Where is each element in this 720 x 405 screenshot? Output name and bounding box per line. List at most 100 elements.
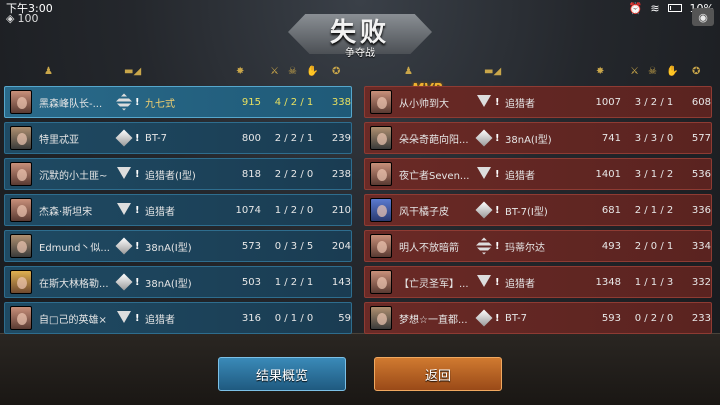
player-avatar (10, 234, 32, 258)
score-value: 334 (691, 240, 711, 252)
player-row[interactable]: 从小帅到大! 追猎者 1007 3 / 2 / 1 608 (364, 86, 712, 118)
exclamation-icon: ! (495, 204, 500, 216)
player-row[interactable]: 朵朵奇葩向阳...! 38nA(I型) 741 3 / 3 / 0 577 (364, 122, 712, 154)
player-name: 【亡灵圣军】... (399, 278, 469, 290)
score-value: 239 (331, 132, 351, 144)
damage-value: 915 (241, 96, 261, 108)
kda-value: 3 / 1 / 2 (634, 168, 674, 180)
gem-icon: ◈ (6, 12, 15, 25)
player-name: 从小帅到大 (399, 98, 449, 110)
player-row[interactable]: 梦想☆一直都...! BT-7 593 0 / 2 / 0 233 (364, 302, 712, 334)
exclamation-icon: ! (495, 96, 500, 108)
player-icon: ♟ (44, 66, 53, 77)
tank-name: 追猎者 (505, 170, 535, 182)
exclamation-icon: ! (135, 312, 140, 324)
kda-value: 2 / 2 / 1 (274, 132, 314, 144)
player-name: 自□己的英雄× (39, 314, 107, 326)
player-row[interactable]: 特里忒亚! BT-7 800 2 / 2 / 1 239 (4, 122, 352, 154)
red-column-header: ♟ ▬◢ ✸ ⚔ ☠ ✋ ✪ (364, 66, 712, 80)
sword-icon: ⚔ (270, 66, 279, 77)
rank-tri-icon (477, 167, 491, 181)
exclamation-icon: ! (135, 276, 140, 288)
player-row[interactable]: 在斯大林格勒...! 38nA(I型) 503 1 / 2 / 1 143 (4, 266, 352, 298)
hand-icon: ✋ (666, 66, 679, 77)
tank-name: 38nA(I型) (145, 278, 192, 290)
exclamation-icon: ! (495, 240, 500, 252)
damage-value: 800 (241, 132, 261, 144)
tank-name: 38nA(I型) (505, 134, 552, 146)
rank-tri-icon (477, 95, 491, 109)
tank-name: 追猎者 (505, 98, 535, 110)
rank-diamond-icon (475, 201, 493, 219)
player-row[interactable]: 自□己的英雄×! 追猎者 316 0 / 1 / 0 59 (4, 302, 352, 334)
player-avatar (370, 162, 392, 186)
result-summary-button[interactable]: 结果概览 (218, 357, 346, 391)
player-name: 风干橘子皮 (399, 206, 449, 218)
tank-name: BT-7 (505, 312, 528, 324)
damage-value: 741 (601, 132, 621, 144)
exclamation-icon: ! (495, 132, 500, 144)
player-row[interactable]: 风干橘子皮! BT-7(I型) 681 2 / 1 / 2 336 (364, 194, 712, 226)
damage-value: 818 (241, 168, 261, 180)
score-value: 336 (691, 204, 711, 216)
score-value: 577 (691, 132, 711, 144)
hand-icon: ✋ (306, 66, 319, 77)
player-avatar (370, 234, 392, 258)
player-row[interactable]: 【亡灵圣军】...! 追猎者 1348 1 / 1 / 3 332 (364, 266, 712, 298)
damage-value: 1074 (235, 204, 261, 216)
score-value: 59 (338, 312, 351, 324)
score-value: 210 (331, 204, 351, 216)
score-value: 332 (691, 276, 711, 288)
camera-button[interactable]: ◉ (692, 8, 714, 26)
explosion-icon: ✸ (596, 66, 605, 77)
tank-name: BT-7 (145, 132, 168, 144)
player-row[interactable]: 黑森峰队长-...! 九七式 915 4 / 2 / 1 338 (4, 86, 352, 118)
sword-icon: ⚔ (630, 66, 639, 77)
back-button[interactable]: 返回 (374, 357, 502, 391)
player-name: 在斯大林格勒... (39, 278, 109, 290)
score-value: 204 (331, 240, 351, 252)
player-avatar (370, 306, 392, 330)
skull-icon: ☠ (288, 66, 297, 77)
player-row[interactable]: 沉默的小土匪~! 追猎者(I型) 818 2 / 2 / 0 238 (4, 158, 352, 190)
player-name: 杰森·斯坦宋 (39, 206, 93, 218)
player-row[interactable]: Edmund丶似...! 38nA(I型) 573 0 / 3 / 5 204 (4, 230, 352, 262)
damage-value: 1007 (595, 96, 621, 108)
tank-icon: ▬◢ (484, 66, 502, 77)
exclamation-icon: ! (135, 204, 140, 216)
camera-icon: ◉ (698, 10, 708, 24)
wifi-icon: ≋ (650, 1, 660, 15)
player-name: 黑森峰队长-... (39, 98, 103, 110)
tank-name: 追猎者 (145, 314, 175, 326)
player-row[interactable]: 杰森·斯坦宋! 追猎者 1074 1 / 2 / 0 210 (4, 194, 352, 226)
rank-diamond-icon (115, 273, 133, 291)
star-icon: ✪ (692, 66, 701, 77)
blue-team-list: 黑森峰队长-...! 九七式 915 4 / 2 / 1 338 特里忒亚! BT-7 800… (4, 86, 352, 338)
currency-display: ◈ 100 (6, 12, 38, 25)
player-avatar (370, 270, 392, 294)
kda-value: 4 / 2 / 1 (274, 96, 314, 108)
result-emblem: 失败 争夺战 (280, 6, 440, 62)
rank-diamond-icon (475, 129, 493, 147)
player-avatar (10, 162, 32, 186)
player-row[interactable]: 明人不放暗箭! 玛蒂尔达 493 2 / 0 / 1 334 (364, 230, 712, 262)
rank-tri-icon (117, 203, 131, 217)
rank-diamond-icon (115, 129, 133, 147)
tank-name: 追猎者 (145, 206, 175, 218)
player-avatar (10, 270, 32, 294)
player-name: 朵朵奇葩向阳... (399, 134, 469, 146)
score-value: 608 (691, 96, 711, 108)
score-value: 233 (691, 312, 711, 324)
exclamation-icon: ! (495, 312, 500, 324)
damage-value: 493 (601, 240, 621, 252)
kda-value: 2 / 0 / 1 (634, 240, 674, 252)
rank-diamond-icon (115, 237, 133, 255)
rank-stripe-icon (475, 237, 493, 255)
player-avatar (370, 126, 392, 150)
player-row[interactable]: 夜亡者Seven...! 追猎者 1401 3 / 1 / 2 536 (364, 158, 712, 190)
player-icon: ♟ (404, 66, 413, 77)
currency-amount: 100 (17, 12, 39, 25)
damage-value: 1348 (595, 276, 621, 288)
battle-mode: 争夺战 (345, 48, 375, 59)
player-name: 沉默的小土匪~ (39, 170, 108, 182)
